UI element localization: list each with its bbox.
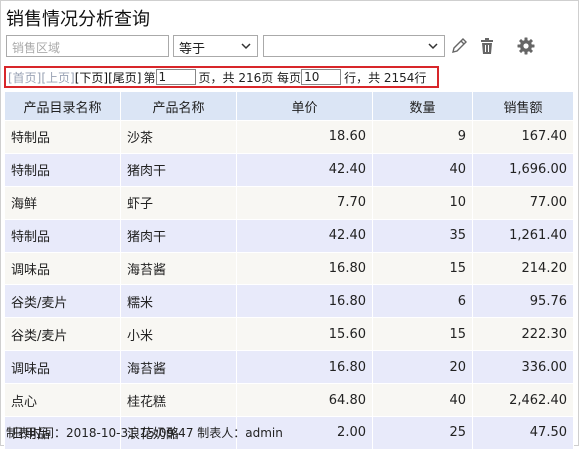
table-row: 点心 桂花糕 64.80 40 2,462.40 [4,383,574,418]
report-footer: 制表时间：2018-10-31 15:09:47 制表人：admin [6,426,283,440]
prev-page-link[interactable]: [上页] [41,69,74,86]
price-cell: 16.80 [236,284,373,319]
column-header: 产品目录名称 [4,91,121,121]
product-cell: 虾子 [120,185,237,220]
quantity-cell: 10 [372,185,473,220]
page-prefix-label: 第 [143,70,156,85]
table-row: 特制品 猪肉干 42.40 35 1,261.40 [4,218,574,253]
product-cell: 小米 [120,317,237,352]
chevron-down-icon [241,43,251,50]
gear-icon[interactable] [516,36,536,56]
sales-cell: 47.50 [472,416,574,450]
page-title: 销售情况分析查询 [6,9,150,30]
price-cell: 15.60 [236,317,373,352]
sales-cell: 2,462.40 [472,383,574,418]
pencil-icon[interactable] [449,36,469,56]
table-row: 调味品 海苔酱 16.80 20 336.00 [4,350,574,385]
value-select[interactable] [263,35,445,57]
quantity-cell: 6 [372,284,473,319]
region-filter-input[interactable]: 销售区域 [6,35,169,57]
table-row: 调味品 海苔酱 16.80 15 214.20 [4,251,574,286]
quantity-cell: 40 [372,152,473,187]
sales-cell: 95.76 [472,284,574,319]
category-cell: 调味品 [4,251,121,286]
sales-cell: 222.30 [472,317,574,352]
category-cell: 点心 [4,383,121,418]
operator-value: 等于 [179,42,206,57]
price-cell: 42.40 [236,218,373,253]
category-cell: 调味品 [4,350,121,385]
table-row: 特制品 沙茶 18.60 9 167.40 [4,120,574,154]
quantity-cell: 9 [372,120,473,154]
first-page-link[interactable]: [首页] [8,69,41,86]
price-cell: 16.80 [236,251,373,286]
quantity-cell: 25 [372,416,473,450]
category-cell: 海鲜 [4,185,121,220]
price-cell: 16.80 [236,350,373,385]
quantity-cell: 15 [372,251,473,286]
last-page-link[interactable]: [尾页] [108,69,141,86]
table-header-row: 产品目录名称 产品名称 单价 数量 销售额 [4,91,574,121]
product-cell: 猪肉干 [120,218,237,253]
sales-cell: 214.20 [472,251,574,286]
table-row: 特制品 猪肉干 42.40 40 1,696.00 [4,152,574,187]
page-number-input[interactable]: 1 [155,69,196,85]
column-header: 产品名称 [120,91,237,121]
table-row: 谷类/麦片 糯米 16.80 6 95.76 [4,284,574,319]
price-cell: 42.40 [236,152,373,187]
price-cell: 7.70 [236,185,373,220]
rows-summary-label: 行，共 2154行 [344,70,427,85]
quantity-cell: 40 [372,383,473,418]
quantity-cell: 35 [372,218,473,253]
page-summary-label: 页，共 216页 每页 [198,70,302,85]
sales-cell: 1,696.00 [472,152,574,187]
operator-select[interactable]: 等于 [173,35,258,57]
price-cell: 18.60 [236,120,373,154]
sales-cell: 1,261.40 [472,218,574,253]
category-cell: 特制品 [4,218,121,253]
quantity-cell: 15 [372,317,473,352]
trash-icon[interactable] [477,36,497,56]
quantity-cell: 20 [372,350,473,385]
price-cell: 64.80 [236,383,373,418]
product-cell: 海苔酱 [120,251,237,286]
pagination-bar: [首页] [上页] [下页] [尾页] 第 1 页，共 216页 每页 10 行… [4,66,439,88]
product-cell: 桂花糕 [120,383,237,418]
product-cell: 猪肉干 [120,152,237,187]
column-header: 数量 [372,91,473,121]
sales-cell: 77.00 [472,185,574,220]
category-cell: 谷类/麦片 [4,284,121,319]
product-cell: 沙茶 [120,120,237,154]
chevron-down-icon [428,43,438,50]
category-cell: 特制品 [4,152,121,187]
column-header: 单价 [236,91,373,121]
per-page-input[interactable]: 10 [301,69,342,85]
next-page-link[interactable]: [下页] [75,69,108,86]
region-filter-placeholder: 销售区域 [12,41,61,55]
sales-table: 产品目录名称 产品名称 单价 数量 销售额 特制品 沙茶 18.60 9 167… [4,91,574,450]
sales-cell: 167.40 [472,120,574,154]
table-row: 海鲜 虾子 7.70 10 77.00 [4,185,574,220]
table-row: 谷类/麦片 小米 15.60 15 222.30 [4,317,574,352]
category-cell: 谷类/麦片 [4,317,121,352]
product-cell: 海苔酱 [120,350,237,385]
category-cell: 特制品 [4,120,121,154]
sales-cell: 336.00 [472,350,574,385]
column-header: 销售额 [472,91,574,121]
product-cell: 糯米 [120,284,237,319]
